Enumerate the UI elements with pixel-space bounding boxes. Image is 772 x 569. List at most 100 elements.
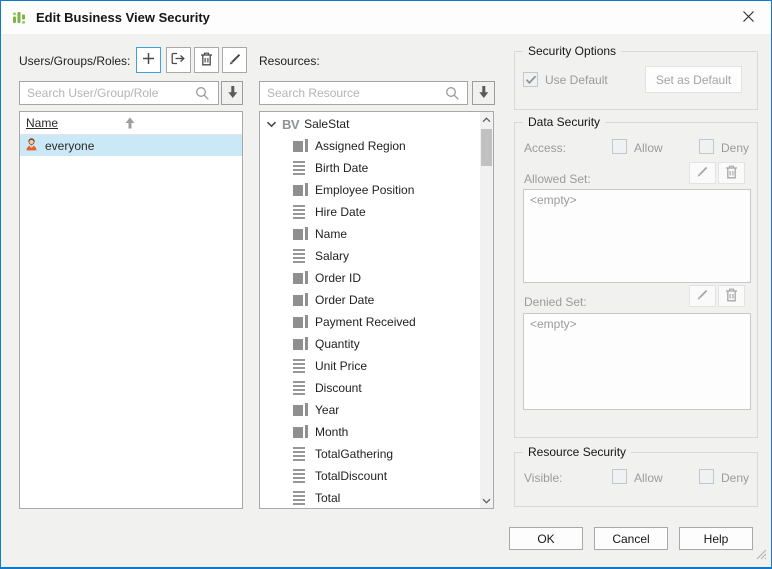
visible-allow-checkbox[interactable]	[612, 469, 627, 484]
plus-icon	[142, 52, 155, 68]
resource-security-group: Resource Security Visible: Allow Deny	[514, 445, 758, 507]
remove-user-group-role-button[interactable]	[166, 47, 191, 73]
tree-item-birth-date[interactable]: Birth Date	[260, 157, 479, 179]
resource-search-go-button[interactable]	[472, 81, 495, 105]
scroll-down-icon[interactable]	[480, 493, 493, 508]
use-default-checkbox[interactable]	[523, 72, 538, 87]
tree-item-employee-position[interactable]: Employee Position	[260, 179, 479, 201]
add-user-group-role-button[interactable]	[136, 47, 161, 73]
trash-icon	[725, 165, 738, 182]
sort-ascending-icon[interactable]	[123, 116, 137, 133]
help-button[interactable]: Help	[679, 527, 753, 550]
tree-item-label: Name	[315, 227, 348, 241]
resize-grip[interactable]	[755, 548, 767, 563]
users-groups-roles-label: Users/Groups/Roles:	[19, 54, 131, 68]
denied-set-box[interactable]: <empty>	[523, 313, 751, 410]
edit-allowed-set-button[interactable]	[689, 162, 716, 184]
app-logo-icon	[11, 10, 27, 26]
user-name-label: everyone	[45, 138, 95, 153]
tree-item-label: Discount	[315, 381, 362, 395]
tree-item-assigned-region[interactable]: Assigned Region	[260, 135, 479, 157]
tree-item-totalgathering[interactable]: TotalGathering	[260, 443, 479, 465]
tree-item-label: Hire Date	[315, 205, 366, 219]
tree-item-label: Order ID	[315, 271, 362, 285]
scrollbar-thumb[interactable]	[481, 129, 492, 166]
dimension-icon	[293, 139, 308, 153]
dimension-icon	[293, 293, 308, 307]
measure-icon	[293, 447, 308, 461]
resource-security-title: Resource Security	[523, 445, 632, 459]
allowed-set-box[interactable]: <empty>	[523, 189, 751, 283]
pencil-icon	[696, 288, 709, 304]
chevron-down-icon[interactable]	[266, 117, 277, 131]
access-deny-checkbox[interactable]	[699, 139, 714, 154]
cancel-button[interactable]: Cancel	[594, 527, 668, 550]
user-search-go-button[interactable]	[221, 81, 243, 105]
tree-item-totaldiscount[interactable]: TotalDiscount	[260, 465, 479, 487]
denied-set-value: <empty>	[530, 317, 577, 331]
trash-icon	[200, 52, 213, 69]
tree-item-payment-received[interactable]: Payment Received	[260, 311, 479, 333]
dimension-icon	[293, 183, 308, 197]
data-security-title: Data Security	[523, 115, 606, 129]
edit-business-view-security-dialog: Edit Business View Security Users/Groups…	[0, 0, 772, 569]
tree-item-order-date[interactable]: Order Date	[260, 289, 479, 311]
measure-icon	[293, 205, 308, 219]
tree-item-quantity[interactable]: Quantity	[260, 333, 479, 355]
tree-item-label: Payment Received	[315, 315, 416, 329]
resources-label: Resources:	[259, 54, 320, 68]
set-as-default-button[interactable]: Set as Default	[645, 66, 742, 93]
dialog-title: Edit Business View Security	[36, 10, 210, 25]
close-button[interactable]	[738, 9, 758, 27]
name-header-label: Name	[26, 116, 59, 130]
user-icon	[24, 137, 39, 154]
visible-label: Visible:	[524, 471, 563, 485]
data-security-group: Data Security Access: Allow Deny Allowed…	[514, 115, 758, 438]
search-resource-input[interactable]	[259, 81, 468, 105]
delete-denied-set-button[interactable]	[718, 285, 745, 307]
tree-item-hire-date[interactable]: Hire Date	[260, 201, 479, 223]
measure-icon	[293, 161, 308, 175]
tree-item-name[interactable]: Name	[260, 223, 479, 245]
edit-denied-set-button[interactable]	[689, 285, 716, 307]
tree-item-total[interactable]: Total	[260, 487, 479, 508]
visible-deny-checkbox[interactable]	[699, 469, 714, 484]
business-view-icon: BV	[282, 116, 300, 132]
tree-item-label: Year	[315, 403, 340, 417]
tree-item-label: Month	[315, 425, 349, 439]
access-deny-label: Deny	[721, 141, 750, 155]
tree-item-label: TotalGathering	[315, 447, 394, 461]
access-allow-checkbox[interactable]	[612, 139, 627, 154]
tree-item-order-id[interactable]: Order ID	[260, 267, 479, 289]
close-icon	[741, 9, 756, 27]
tree-item-label: TotalDiscount	[315, 469, 388, 483]
tree-item-list: Assigned Region Birth Date Employee Positi…	[260, 135, 479, 508]
tree-item-month[interactable]: Month	[260, 421, 479, 443]
security-options-title: Security Options	[523, 44, 622, 58]
tree-item-year[interactable]: Year	[260, 399, 479, 421]
users-table: Name everyone	[19, 111, 243, 509]
measure-icon	[293, 491, 308, 505]
allowed-set-value: <empty>	[530, 193, 577, 207]
ok-button[interactable]: OK	[509, 527, 583, 550]
arrow-down-icon	[226, 85, 239, 102]
tree-item-label: Unit Price	[315, 359, 368, 373]
search-user-group-role-input[interactable]	[19, 81, 219, 105]
measure-icon	[293, 381, 308, 395]
edit-user-group-role-button[interactable]	[222, 47, 247, 73]
measure-icon	[293, 469, 308, 483]
tree-item-unit-price[interactable]: Unit Price	[260, 355, 479, 377]
dimension-icon	[293, 315, 308, 329]
delete-user-group-role-button[interactable]	[194, 47, 219, 73]
tree-item-discount[interactable]: Discount	[260, 377, 479, 399]
access-allow-label: Allow	[634, 141, 663, 155]
security-options-group: Security Options Use Default Set as Defa…	[514, 44, 758, 110]
name-column-header[interactable]: Name	[20, 112, 242, 135]
tree-root-salestat[interactable]: BV SaleStat	[260, 113, 479, 135]
user-row-everyone[interactable]: everyone	[20, 135, 242, 156]
delete-allowed-set-button[interactable]	[718, 162, 745, 184]
resources-tree: BV SaleStat Assigned Region Birth Date Emp…	[259, 111, 494, 509]
tree-scrollbar[interactable]	[480, 112, 493, 508]
scroll-up-icon[interactable]	[480, 112, 493, 127]
tree-item-salary[interactable]: Salary	[260, 245, 479, 267]
